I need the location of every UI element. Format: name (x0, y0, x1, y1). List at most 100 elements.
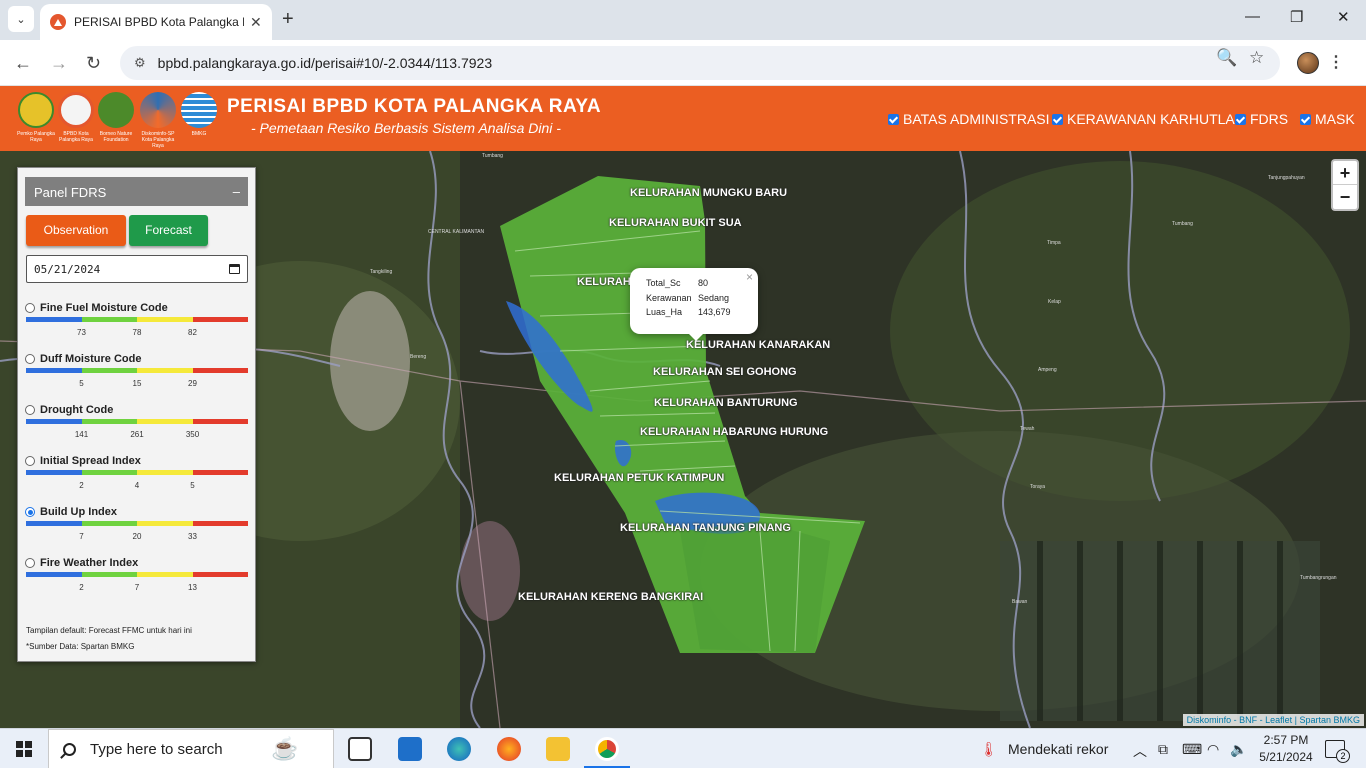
language-icon[interactable]: ⌨ (1182, 741, 1202, 758)
weather-text[interactable]: Mendekati rekor (1008, 741, 1108, 757)
restore-window-button[interactable]: ❐ (1290, 8, 1303, 26)
wifi-icon[interactable]: ◠ (1207, 741, 1219, 758)
scale-segment (192, 470, 248, 475)
site-header: Pemko Palangka Raya BPBD Kota Palangka R… (0, 86, 1366, 151)
calendar-icon[interactable] (229, 264, 240, 274)
layer-toggle-fdrs[interactable]: FDRS (1235, 111, 1288, 127)
edge-icon[interactable] (447, 737, 471, 761)
color-scale-bar (26, 317, 248, 322)
place-label: Toraya (1030, 484, 1046, 490)
panel-title: Panel FDRS (34, 185, 107, 200)
scale-segment (192, 368, 248, 373)
tray-chevron-up-icon[interactable]: ︿ (1133, 741, 1147, 761)
place-label: Ampeng (1038, 367, 1057, 373)
tea-cup-icon: ☕ (271, 736, 299, 761)
place-label: Tumbang (482, 153, 503, 159)
tab-close-icon[interactable]: ✕ (250, 14, 262, 31)
mail-icon[interactable] (398, 737, 422, 761)
layer-toggle-kerawanan[interactable]: KERAWANAN KARHUTLA (1052, 111, 1235, 127)
tab-search-button[interactable]: ⌄ (8, 6, 34, 32)
kelurahan-label: KELURAHAN KANARAKAN (686, 339, 831, 351)
bmkg-logo-icon (181, 92, 217, 128)
close-window-button[interactable]: ✕ (1337, 8, 1350, 26)
radio-button[interactable] (25, 354, 35, 364)
chrome-icon[interactable] (595, 737, 619, 761)
place-label: Bereng (410, 354, 427, 360)
scale-segment (81, 419, 137, 424)
scale-segment (137, 521, 193, 526)
task-view-icon[interactable] (348, 737, 372, 761)
zoom-in-button[interactable]: + (1333, 161, 1357, 185)
popup-close-icon[interactable]: × (746, 270, 753, 284)
network-share-icon[interactable]: ⧉ (1158, 741, 1168, 758)
place-label: Tanjungpahuyan (1268, 175, 1305, 181)
scale-segment (81, 572, 137, 577)
diskominfo-logo-icon (140, 92, 176, 128)
browser-menu-icon[interactable]: ⋮ (1328, 52, 1344, 72)
forecast-button[interactable]: Forecast (129, 215, 208, 246)
scale-segment (26, 470, 82, 475)
kelurahan-label: KELURAHAN KERENG BANGKIRAI (518, 591, 704, 603)
start-button[interactable] (16, 741, 32, 757)
forward-button[interactable]: → (50, 53, 68, 74)
chevron-down-icon: ⌄ (16, 13, 26, 26)
panel-minimize-button[interactable]: – (233, 184, 240, 199)
reload-button[interactable]: ↻ (86, 53, 101, 74)
minimize-window-button[interactable]: — (1245, 8, 1260, 25)
zoom-magnifier-icon[interactable]: 🔍 (1216, 48, 1237, 68)
checkbox-checked-icon[interactable] (1052, 113, 1063, 125)
radio-button[interactable] (25, 456, 35, 466)
place-label: Timpa (1047, 240, 1061, 246)
popup-row: Luas_Ha 143,679 (646, 307, 731, 317)
new-tab-button[interactable]: + (282, 8, 294, 31)
place-label: Tumbang (1172, 221, 1193, 227)
popup-row: Total_Sc 80 (646, 278, 709, 288)
url-bar[interactable]: ⚙ bpbd.palangkaraya.go.id/perisai#10/-2.… (120, 46, 1280, 80)
bnf-logo-icon (98, 92, 134, 128)
notification-icon[interactable]: 2 (1325, 740, 1350, 763)
observation-button[interactable]: Observation (26, 215, 126, 246)
color-scale-bar (26, 572, 248, 577)
zoom-out-button[interactable]: − (1333, 185, 1357, 209)
checkbox-checked-icon[interactable] (888, 113, 899, 125)
date-input[interactable]: 05/21/2024 (26, 255, 248, 283)
color-scale-bar (26, 419, 248, 424)
bookmark-star-icon[interactable]: ☆ (1249, 48, 1264, 68)
radio-button[interactable] (25, 303, 35, 313)
radio-button[interactable] (25, 558, 35, 568)
layer-toggle-mask[interactable]: MASK (1300, 111, 1355, 127)
system-clock[interactable]: 2:57 PM 5/21/2024 (1256, 732, 1316, 766)
layer-toggle-batas[interactable]: BATAS ADMINISTRASI (888, 111, 1050, 127)
radio-button[interactable] (25, 405, 35, 415)
site-info-icon[interactable]: ⚙ (134, 55, 146, 71)
logo-caption: Diskominfo-SP Kota Palangka Raya (141, 131, 175, 149)
taskbar-search[interactable]: Type here to search ☕ (48, 729, 334, 768)
kelurahan-label: KELURAHAN MUNGKU BARU (630, 187, 788, 199)
scale-segment (192, 572, 248, 577)
color-scale-bar (26, 368, 248, 373)
radio-button-selected[interactable] (25, 507, 35, 517)
map-attribution[interactable]: Diskominfo - BNF - Leaflet | Spartan BMK… (1182, 714, 1364, 726)
kelurahan-label: KELURAHAN PETUK KATIMPUN (554, 472, 725, 484)
panel-note-source: *Sumber Data: Spartan BMKG (26, 642, 135, 651)
date-value: 05/21/2024 (34, 263, 101, 276)
clock-time: 2:57 PM (1263, 733, 1309, 747)
checkbox-checked-icon[interactable] (1300, 113, 1311, 125)
place-label: Kelap (1048, 299, 1061, 305)
firefox-icon[interactable] (497, 737, 521, 761)
checkbox-checked-icon[interactable] (1235, 113, 1246, 125)
back-button[interactable]: ← (14, 53, 32, 74)
place-label: Bawan (1012, 599, 1028, 605)
active-tab[interactable]: PERISAI BPBD Kota Palangka Ra ✕ (40, 4, 272, 40)
scale-segment (81, 521, 137, 526)
page-title: PERISAI BPBD KOTA PALANGKA RAYA (227, 96, 602, 117)
clock-date: 5/21/2024 (1259, 750, 1313, 764)
place-label: Tewah (1020, 426, 1035, 432)
file-explorer-icon[interactable] (546, 737, 570, 761)
volume-icon[interactable]: 🔈 (1230, 741, 1247, 758)
thermometer-icon: 🌡 (980, 741, 998, 757)
scale-segment (26, 368, 82, 373)
scale-segment (26, 419, 82, 424)
scale-segment (81, 470, 137, 475)
profile-avatar[interactable] (1297, 52, 1319, 74)
